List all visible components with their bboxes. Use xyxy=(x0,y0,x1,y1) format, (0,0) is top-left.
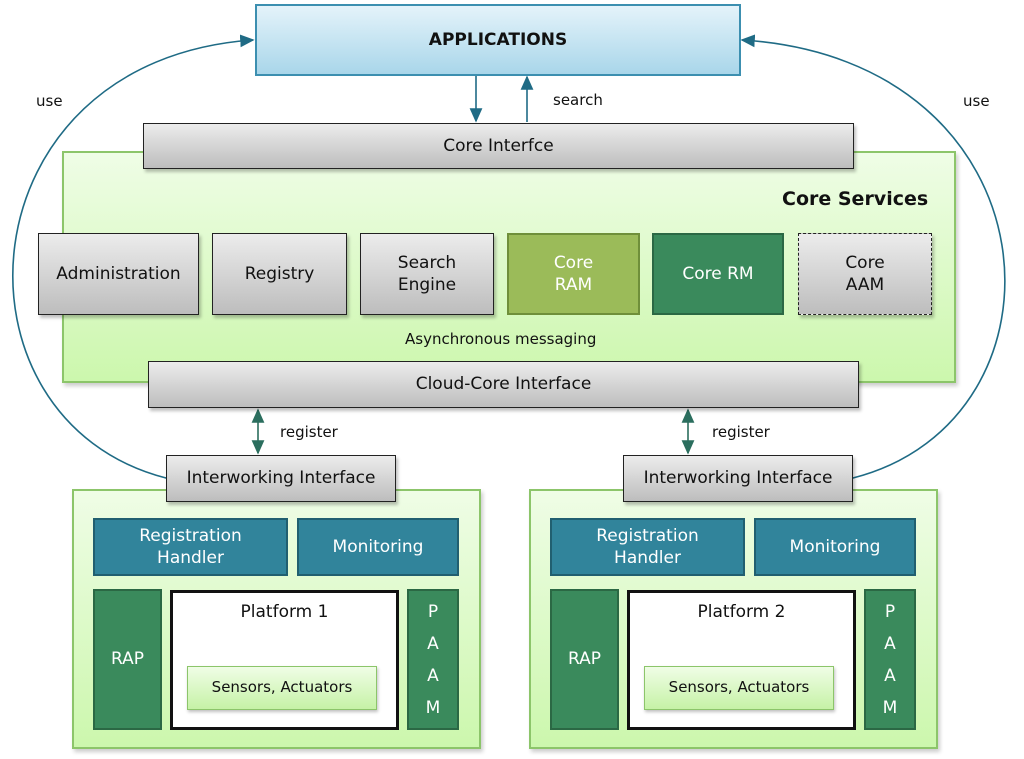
interworking-interface-label: Interworking Interface xyxy=(643,468,833,489)
async-messaging-label: Asynchronous messaging xyxy=(405,330,597,348)
sensors-actuators-label: Sensors, Actuators xyxy=(211,678,353,697)
core-interface-label: Core Interfce xyxy=(443,135,554,156)
monitoring-label: Monitoring xyxy=(789,536,881,557)
rap-box: RAP xyxy=(93,589,162,730)
administration-box: Administration xyxy=(38,233,199,315)
registration-handler-label: Registration Handler xyxy=(596,525,699,568)
monitoring-box: Monitoring xyxy=(297,518,459,576)
interworking-interface-2: Interworking Interface xyxy=(623,455,853,502)
use-label-right: use xyxy=(963,92,990,110)
interworking-interface-label: Interworking Interface xyxy=(186,468,376,489)
search-engine-label: Search Engine xyxy=(397,252,457,295)
paam-label: P A A M xyxy=(882,601,898,718)
sensors-actuators-label: Sensors, Actuators xyxy=(668,678,810,697)
paam-box: P A A M xyxy=(864,589,916,730)
use-label-left: use xyxy=(36,92,63,110)
search-engine-box: Search Engine xyxy=(360,233,494,315)
sensors-actuators-box: Sensors, Actuators xyxy=(187,666,377,710)
core-rm-box: Core RM xyxy=(652,233,784,315)
platform-name: Platform 1 xyxy=(240,602,329,622)
search-label: search xyxy=(553,91,603,109)
core-rm-label: Core RM xyxy=(682,263,754,284)
register-label-left: register xyxy=(280,423,338,441)
paam-label: P A A M xyxy=(425,601,441,718)
administration-label: Administration xyxy=(56,263,181,284)
registration-handler-box: Registration Handler xyxy=(93,518,288,576)
interworking-interface-1: Interworking Interface xyxy=(166,455,396,502)
registration-handler-box: Registration Handler xyxy=(550,518,745,576)
registry-box: Registry xyxy=(212,233,347,315)
core-aam-label: Core AAM xyxy=(845,252,885,295)
monitoring-box: Monitoring xyxy=(754,518,916,576)
rap-box: RAP xyxy=(550,589,619,730)
applications-label: APPLICATIONS xyxy=(428,29,568,50)
core-ram-box: Core RAM xyxy=(507,233,640,315)
platform-name: Platform 2 xyxy=(697,602,786,622)
registry-label: Registry xyxy=(244,263,315,284)
rap-label: RAP xyxy=(567,649,601,670)
core-interface: Core Interfce xyxy=(143,123,854,169)
monitoring-label: Monitoring xyxy=(332,536,424,557)
paam-box: P A A M xyxy=(407,589,459,730)
cloud-core-interface: Cloud-Core Interface xyxy=(148,361,859,408)
core-ram-label: Core RAM xyxy=(553,252,594,295)
applications-box: APPLICATIONS xyxy=(255,4,741,76)
registration-handler-label: Registration Handler xyxy=(139,525,242,568)
sensors-actuators-box: Sensors, Actuators xyxy=(644,666,834,710)
register-label-right: register xyxy=(712,423,770,441)
core-aam-box: Core AAM xyxy=(798,233,932,315)
rap-label: RAP xyxy=(110,649,144,670)
cloud-core-interface-label: Cloud-Core Interface xyxy=(415,374,592,395)
core-services-title: Core Services xyxy=(782,188,929,210)
